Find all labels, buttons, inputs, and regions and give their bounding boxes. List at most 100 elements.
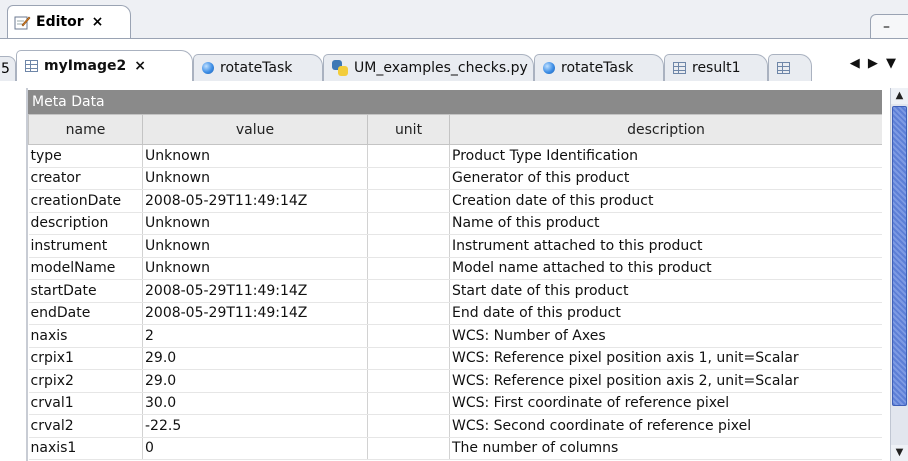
cell-name[interactable]: type [28, 144, 143, 168]
table-row[interactable]: naxis1 0 The number of columns [28, 437, 882, 460]
table-row[interactable]: creator Unknown Generator of this product [28, 167, 882, 190]
table-row[interactable]: creationDate 2008-05-29T11:49:14Z Creation… [28, 189, 882, 213]
cell-description[interactable]: Model name attached to this product [449, 257, 882, 280]
table-row[interactable]: startDate 2008-05-29T11:49:14Z Start date … [28, 279, 882, 303]
cell-name[interactable]: instrument [28, 234, 143, 258]
cell-unit[interactable] [367, 279, 450, 303]
cell-value[interactable]: Unknown [142, 144, 368, 168]
table-row[interactable]: modelName Unknown Model name attached to t… [28, 257, 882, 280]
cell-unit[interactable] [367, 144, 450, 168]
cell-name[interactable]: startDate [28, 279, 143, 303]
cell-unit[interactable] [367, 234, 450, 258]
cell-description[interactable]: Creation date of this product [449, 189, 882, 213]
cell-description[interactable]: Generator of this product [449, 167, 882, 190]
cell-name[interactable]: creator [28, 167, 143, 190]
cell-value[interactable]: 0 [142, 437, 368, 460]
cell-name[interactable]: endDate [28, 302, 143, 325]
table-icon [777, 62, 790, 74]
cell-unit[interactable] [367, 392, 450, 415]
cell-unit[interactable] [367, 302, 450, 325]
column-header-description[interactable]: description [449, 114, 882, 145]
cell-description[interactable]: End date of this product [449, 302, 882, 325]
cell-unit[interactable] [367, 324, 450, 348]
cell-description[interactable]: WCS: Reference pixel position axis 1, un… [449, 347, 882, 370]
cell-value[interactable]: 2008-05-29T11:49:14Z [142, 189, 368, 213]
cell-unit[interactable] [367, 437, 450, 460]
cell-unit[interactable] [367, 189, 450, 213]
cell-unit[interactable] [367, 369, 450, 393]
cell-description[interactable]: Product Type Identification [449, 144, 882, 168]
table-row[interactable]: crpix2 29.0 WCS: Reference pixel position … [28, 369, 882, 393]
cell-name[interactable]: crpix2 [28, 369, 143, 393]
cell-description[interactable]: Instrument attached to this product [449, 234, 882, 258]
table-row[interactable]: instrument Unknown Instrument attached to … [28, 234, 882, 258]
vertical-scrollbar[interactable]: ▲ ▼ [890, 88, 908, 461]
cell-value[interactable]: Unknown [142, 234, 368, 258]
cell-description[interactable]: WCS: Number of Axes [449, 324, 882, 348]
cell-name[interactable]: naxis1 [28, 437, 143, 460]
scroll-up-button[interactable]: ▲ [891, 88, 908, 104]
cell-description[interactable]: WCS: Second coordinate of reference pixe… [449, 414, 882, 438]
scroll-thumb[interactable] [892, 106, 907, 406]
cell-name[interactable]: crval1 [28, 392, 143, 415]
column-header-unit[interactable]: unit [367, 114, 450, 145]
cell-description[interactable]: WCS: First coordinate of reference pixel [449, 392, 882, 415]
cell-value[interactable]: 30.0 [142, 392, 368, 415]
table-row[interactable]: crval1 30.0 WCS: First coordinate of refer… [28, 392, 882, 415]
metadata-title: Meta Data [28, 90, 882, 114]
tab-label: myImage2 [44, 58, 127, 74]
table-row[interactable]: crval2 -22.5 WCS: Second coordinate of ref… [28, 414, 882, 438]
table-row[interactable]: description Unknown Name of this product [28, 212, 882, 235]
tab-overflow-partial[interactable] [768, 54, 812, 81]
close-icon[interactable]: × [92, 14, 104, 30]
cell-value[interactable]: 2008-05-29T11:49:14Z [142, 302, 368, 325]
column-header-name[interactable]: name [28, 114, 143, 145]
tab-rotatetask-2[interactable]: rotateTask [534, 54, 664, 81]
tab-myimage2[interactable]: myImage2 × [16, 50, 193, 81]
cell-name[interactable]: creationDate [28, 189, 143, 213]
tab-um-examples-checks[interactable]: UM_examples_checks.py [323, 54, 534, 81]
cell-description[interactable]: Name of this product [449, 212, 882, 235]
cell-name[interactable]: crpix1 [28, 347, 143, 370]
cell-unit[interactable] [367, 414, 450, 438]
cell-value[interactable]: 29.0 [142, 347, 368, 370]
task-ball-icon [543, 62, 555, 74]
table-row[interactable]: crpix1 29.0 WCS: Reference pixel position … [28, 347, 882, 370]
cell-value[interactable]: Unknown [142, 212, 368, 235]
cell-value[interactable]: 2008-05-29T11:49:14Z [142, 279, 368, 303]
cell-description[interactable]: WCS: Reference pixel position axis 2, un… [449, 369, 882, 393]
cell-unit[interactable] [367, 212, 450, 235]
scroll-down-button[interactable]: ▼ [891, 445, 908, 461]
editor-view-tab[interactable]: Editor × [7, 5, 131, 38]
document-tab-bar: 5 myImage2 × rotateTask UM_examples_chec… [0, 48, 908, 81]
column-header-value[interactable]: value [142, 114, 368, 145]
cell-value[interactable]: -22.5 [142, 414, 368, 438]
cell-description[interactable]: The number of columns [449, 437, 882, 460]
tab-result1[interactable]: result1 [664, 54, 768, 81]
cell-name[interactable]: naxis [28, 324, 143, 348]
tab-overflow-index[interactable]: 5 [0, 56, 16, 81]
cell-name[interactable]: crval2 [28, 414, 143, 438]
cell-unit[interactable] [367, 347, 450, 370]
close-icon[interactable]: × [134, 58, 146, 74]
tab-label: result1 [692, 60, 741, 76]
table-row[interactable]: endDate 2008-05-29T11:49:14Z End date of t… [28, 302, 882, 325]
cell-value[interactable]: Unknown [142, 167, 368, 190]
minimize-button[interactable]: – [870, 14, 908, 38]
tab-navigation-arrows[interactable]: ◀ ▶ ▼ [850, 56, 898, 71]
table-row[interactable]: naxis 2 WCS: Number of Axes [28, 324, 882, 348]
cell-name[interactable]: description [28, 212, 143, 235]
cell-value[interactable]: 2 [142, 324, 368, 348]
table-header-row: name value unit description [28, 114, 882, 145]
editor-view-title: Editor [36, 14, 84, 30]
cell-unit[interactable] [367, 167, 450, 190]
cell-value[interactable]: 29.0 [142, 369, 368, 393]
tab-rotatetask-1[interactable]: rotateTask [193, 54, 323, 81]
cell-value[interactable]: Unknown [142, 257, 368, 280]
tab-label: rotateTask [220, 60, 293, 76]
cell-unit[interactable] [367, 257, 450, 280]
table-row[interactable]: type Unknown Product Type Identification [28, 144, 882, 168]
cell-name[interactable]: modelName [28, 257, 143, 280]
cell-description[interactable]: Start date of this product [449, 279, 882, 303]
metadata-table: name value unit description type Unknown P… [28, 114, 882, 460]
